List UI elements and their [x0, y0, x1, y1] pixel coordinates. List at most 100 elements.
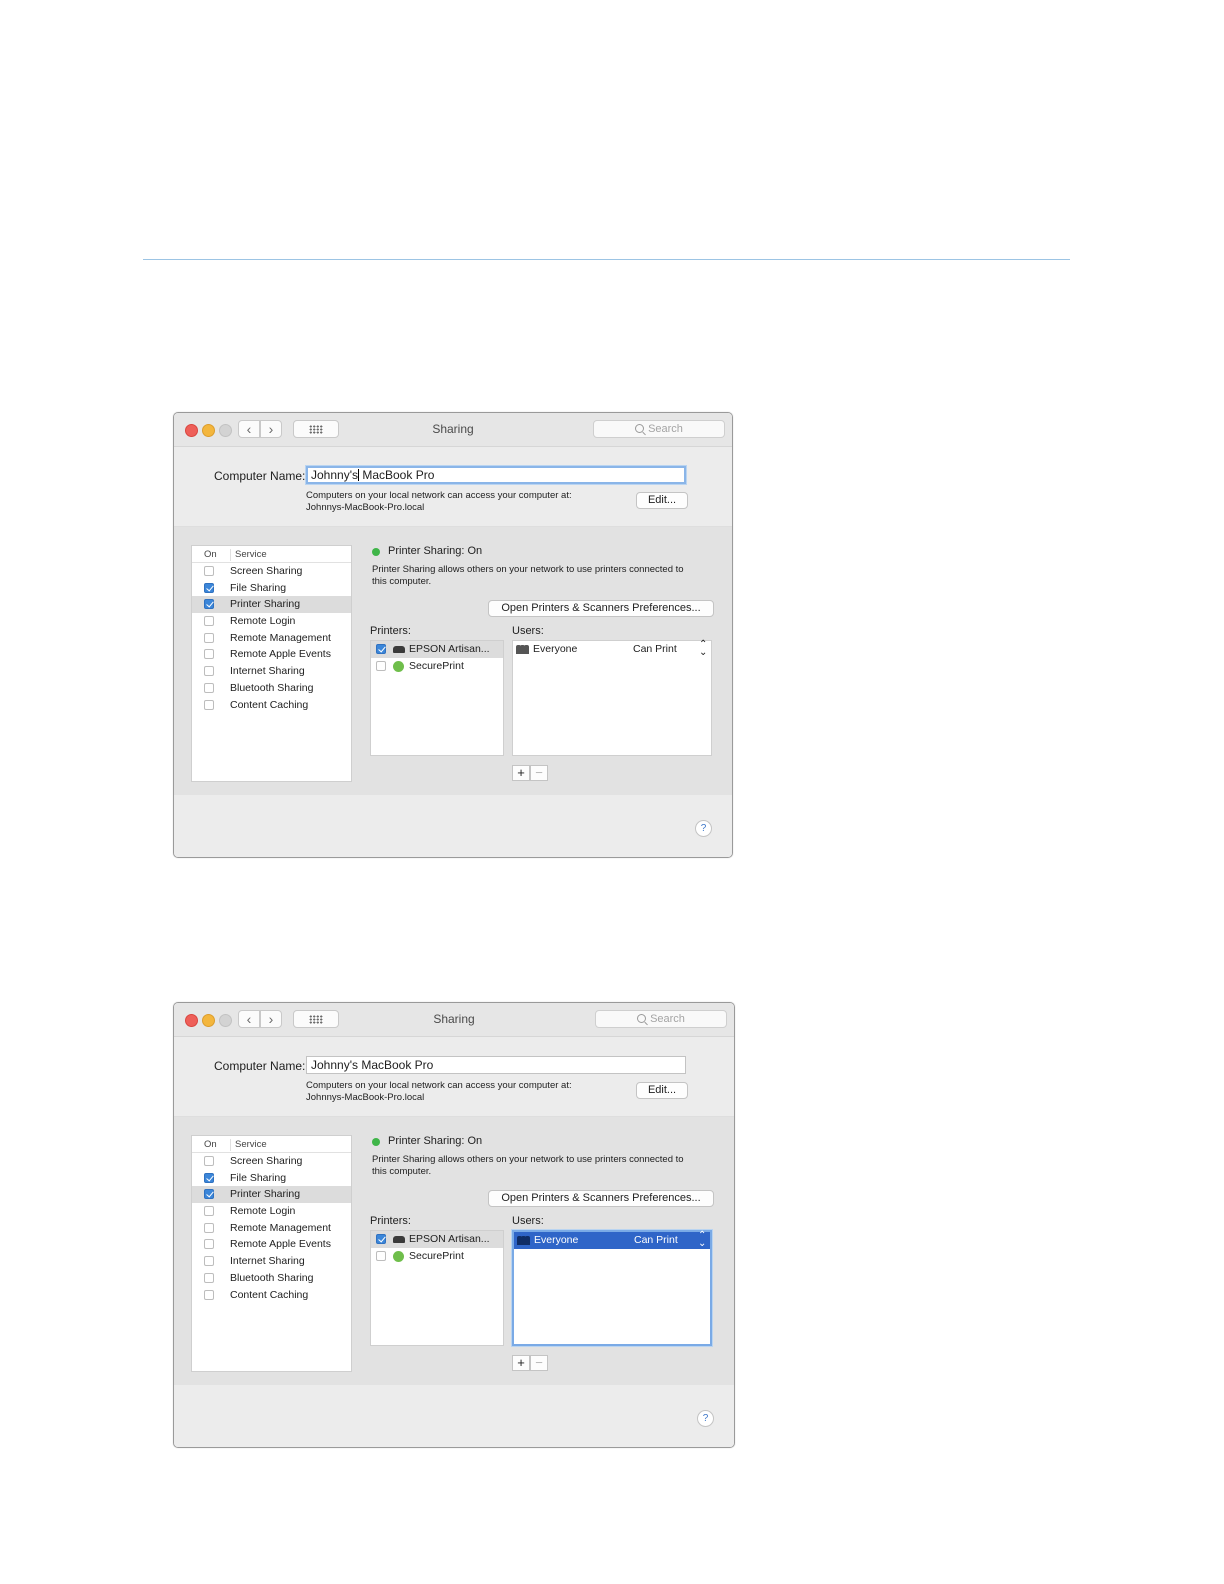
service-row[interactable]: Content Caching — [192, 1287, 351, 1304]
remove-user-button[interactable]: − — [530, 1355, 548, 1371]
service-checkbox[interactable] — [204, 616, 214, 627]
service-checkbox[interactable] — [204, 682, 214, 693]
printer-row[interactable]: EPSON Artisan... — [371, 1231, 503, 1248]
service-row[interactable]: Remote Management — [192, 1220, 351, 1237]
service-row[interactable]: Internet Sharing — [192, 663, 351, 680]
service-label: Screen Sharing — [230, 1155, 303, 1167]
service-row[interactable]: Bluetooth Sharing — [192, 680, 351, 697]
service-row[interactable]: Content Caching — [192, 697, 351, 714]
service-row[interactable]: Screen Sharing — [192, 563, 351, 580]
add-user-button[interactable]: + — [512, 765, 530, 781]
printer-checkbox[interactable] — [376, 644, 386, 654]
service-checkbox[interactable] — [204, 1289, 214, 1300]
user-row[interactable]: Everyone Can Print ⌃ ⌄ — [514, 1231, 710, 1249]
printer-row[interactable]: SecurePrint — [371, 658, 503, 675]
service-checkbox[interactable] — [204, 566, 214, 576]
window-footer: ? — [174, 795, 732, 857]
sharing-window-1: ‹ › Sharing Search Computer Name: Johnny… — [173, 412, 733, 858]
service-label: Remote Login — [230, 615, 296, 628]
secure-print-icon — [393, 1251, 405, 1262]
service-row[interactable]: Remote Management — [192, 630, 351, 647]
service-label: Internet Sharing — [230, 665, 305, 678]
service-row[interactable]: Internet Sharing — [192, 1253, 351, 1270]
service-checkbox[interactable] — [204, 632, 214, 643]
service-label: Printer Sharing — [230, 1188, 301, 1201]
service-list: On Service Screen Sharing File Sharing Pri… — [191, 545, 352, 782]
service-label: Remote Apple Events — [230, 1238, 331, 1251]
service-checkbox[interactable] — [204, 666, 214, 677]
search-icon — [637, 1014, 647, 1023]
help-button[interactable]: ? — [695, 820, 712, 837]
service-checkbox[interactable] — [204, 1222, 214, 1233]
open-printers-scanners-button[interactable]: Open Printers & Scanners Preferences... — [488, 1190, 714, 1207]
users-label: Users: — [512, 1215, 544, 1227]
service-row[interactable]: Bluetooth Sharing — [192, 1270, 351, 1287]
service-checkbox[interactable] — [204, 599, 214, 610]
sharing-window-2: ‹ › Sharing Search Computer Name: Johnny… — [173, 1002, 735, 1448]
printer-checkbox[interactable] — [376, 661, 386, 671]
service-checkbox[interactable] — [204, 699, 214, 710]
add-user-button[interactable]: + — [512, 1355, 530, 1371]
group-icon — [516, 643, 530, 654]
service-checkbox[interactable] — [204, 582, 214, 593]
service-label: Remote Management — [230, 1221, 331, 1234]
computer-name-text-end: MacBook Pro — [359, 468, 435, 482]
service-row[interactable]: Remote Apple Events — [192, 1236, 351, 1253]
service-list-header: On Service — [192, 1136, 351, 1153]
service-checkbox[interactable] — [204, 1189, 214, 1200]
service-checkbox[interactable] — [204, 1239, 214, 1250]
help-button[interactable]: ? — [697, 1410, 714, 1427]
edit-hostname-button[interactable]: Edit... — [636, 1082, 688, 1099]
search-field[interactable]: Search — [593, 420, 725, 438]
column-header-on[interactable]: On — [204, 549, 217, 560]
search-field[interactable]: Search — [595, 1010, 727, 1028]
computer-name-text-start: Johnny's MacBook Pro — [311, 1058, 434, 1072]
printer-row[interactable]: SecurePrint — [371, 1248, 503, 1265]
service-row[interactable]: Remote Login — [192, 1203, 351, 1220]
printer-checkbox[interactable] — [376, 1251, 386, 1261]
column-header-on[interactable]: On — [204, 1139, 217, 1150]
permission-popup[interactable]: Can Print — [633, 643, 677, 655]
service-row[interactable]: Printer Sharing — [192, 1186, 351, 1204]
local-hostname: Johnnys-MacBook-Pro.local — [306, 502, 425, 513]
service-row[interactable]: Printer Sharing — [192, 596, 351, 614]
service-label: Bluetooth Sharing — [230, 1271, 314, 1284]
computer-name-section: Computer Name: Johnny's MacBook Pro Comp… — [174, 447, 732, 527]
service-label: Remote Apple Events — [230, 648, 331, 661]
service-checkbox[interactable] — [204, 1172, 214, 1183]
computer-name-field[interactable]: Johnny's MacBook Pro — [306, 466, 686, 484]
service-checkbox[interactable] — [204, 1206, 214, 1217]
service-label: Internet Sharing — [230, 1255, 305, 1268]
computer-name-field[interactable]: Johnny's MacBook Pro — [306, 1056, 686, 1074]
service-row[interactable]: File Sharing — [192, 580, 351, 597]
service-row[interactable]: Remote Login — [192, 613, 351, 630]
network-address-help: Computers on your local network can acce… — [306, 490, 572, 514]
service-row[interactable]: File Sharing — [192, 1170, 351, 1187]
printer-row[interactable]: EPSON Artisan... — [371, 641, 503, 658]
column-header-service[interactable]: Service — [230, 1139, 267, 1151]
service-checkbox[interactable] — [204, 1256, 214, 1267]
remove-user-button[interactable]: − — [530, 765, 548, 781]
permission-popup[interactable]: Can Print — [634, 1234, 678, 1246]
updown-chevron-icon[interactable]: ⌃ ⌄ — [699, 640, 707, 658]
edit-hostname-button[interactable]: Edit... — [636, 492, 688, 509]
search-placeholder: Search — [650, 1013, 685, 1025]
user-row[interactable]: Everyone Can Print ⌃ ⌄ — [513, 640, 711, 658]
service-label: File Sharing — [230, 581, 287, 594]
service-checkbox[interactable] — [204, 1272, 214, 1283]
service-checkbox[interactable] — [204, 649, 214, 660]
printer-checkbox[interactable] — [376, 1234, 386, 1244]
local-hostname: Johnnys-MacBook-Pro.local — [306, 1092, 425, 1103]
service-row[interactable]: Screen Sharing — [192, 1153, 351, 1170]
service-row[interactable]: Remote Apple Events — [192, 646, 351, 663]
search-icon — [635, 424, 645, 433]
page-divider-line — [143, 259, 1070, 260]
service-list: On Service Screen Sharing File Sharing Pri… — [191, 1135, 352, 1372]
updown-chevron-icon[interactable]: ⌃ ⌄ — [698, 1231, 706, 1249]
computer-name-text-start: Johnny's — [311, 468, 358, 482]
open-printers-scanners-button[interactable]: Open Printers & Scanners Preferences... — [488, 600, 714, 617]
service-checkbox[interactable] — [204, 1156, 214, 1166]
column-header-service[interactable]: Service — [230, 549, 267, 561]
description-line: this computer. — [372, 1165, 432, 1177]
service-label: Screen Sharing — [230, 565, 303, 577]
